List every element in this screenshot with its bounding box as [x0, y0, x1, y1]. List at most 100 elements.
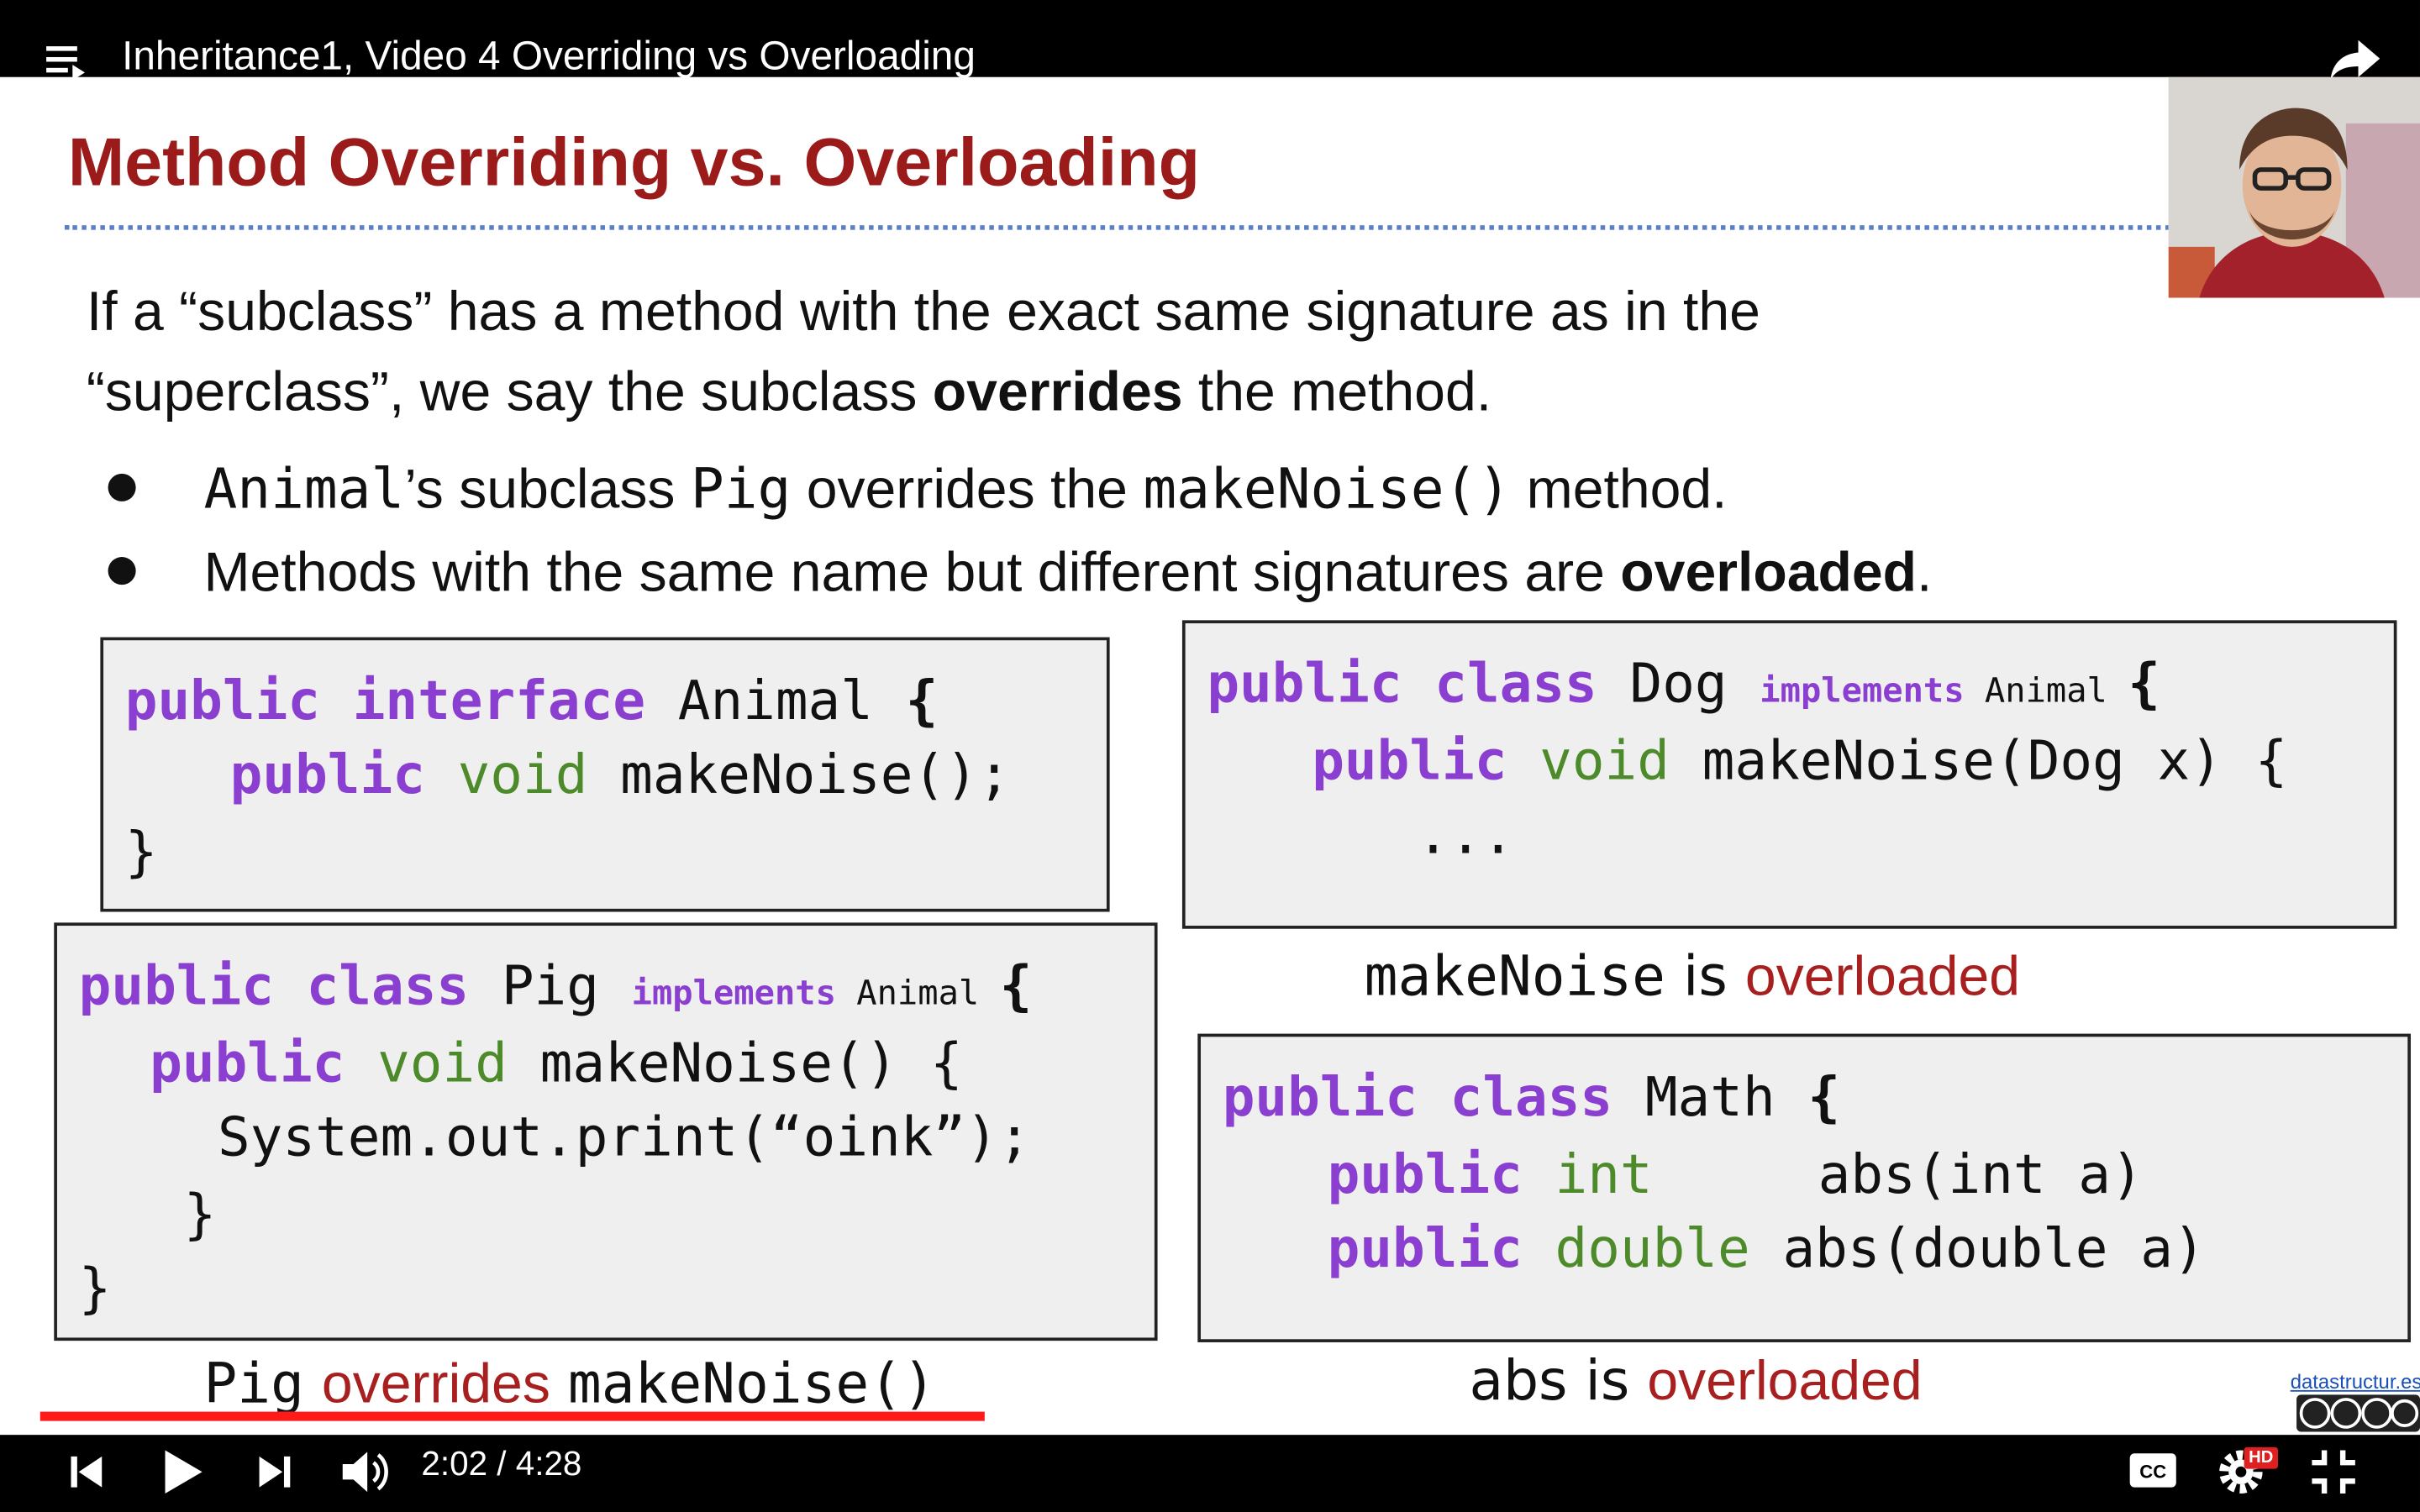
svg-text:CC: CC: [2139, 1462, 2166, 1483]
code-text: makeNoise() {: [507, 1033, 963, 1096]
slide: Method Overriding vs. Overloading If a “…: [0, 76, 2420, 1436]
overloaded-emphasis: overloaded: [1620, 539, 1918, 604]
code-text: Animal: [645, 670, 906, 733]
code-type: double: [1522, 1219, 1750, 1281]
cc-license-badge: [2296, 1394, 2420, 1432]
captions-icon[interactable]: CC: [2127, 1447, 2179, 1494]
code-line: public void makeNoise() {: [150, 1034, 963, 1095]
math-caption: abs is overloaded: [1470, 1348, 1923, 1413]
intro-line-1: If a “subclass” has a method with the ex…: [86, 279, 1760, 343]
title-divider: [65, 225, 2170, 230]
code-keyword: public class: [1222, 1068, 1613, 1130]
code-type: int: [1522, 1144, 1653, 1207]
exit-fullscreen-icon[interactable]: [2309, 1447, 2359, 1497]
bullet-dot: [108, 557, 136, 586]
code-line: System.out.print(“oink”);: [217, 1107, 1031, 1170]
code-box-pig: public class Pig implements Animal { pub…: [54, 922, 1158, 1341]
code-box-math: public class Math { public int abs(int a)…: [1197, 1033, 2411, 1342]
bullet-override: Animal’s subclass Pig overrides the make…: [108, 457, 1728, 522]
code-type: void: [345, 1033, 508, 1096]
bullet-text: ’s subclass: [404, 456, 691, 520]
bullet-code-pig: Pig: [690, 458, 792, 522]
caption-highlight: overrides: [321, 1351, 550, 1415]
code-box-animal: public interface Animal { public void ma…: [100, 637, 1110, 912]
code-line: }: [183, 1184, 217, 1247]
code-line: public double abs(double a): [1328, 1219, 2206, 1280]
code-text: abs(int a): [1818, 1144, 2144, 1207]
code-keyword: public class: [78, 956, 470, 1019]
code-brace: {: [999, 956, 1033, 1019]
code-line: ...: [1417, 805, 1515, 868]
bullet-overload: Methods with the same name but different…: [108, 540, 1933, 605]
caption-highlight: overloaded: [1744, 944, 2021, 1008]
code-keyword: public: [1312, 731, 1507, 794]
site-link[interactable]: datastructur.es: [2291, 1370, 2420, 1394]
intro-paragraph: If a “subclass” has a method with the ex…: [87, 271, 1760, 432]
code-line: public class Pig implements Animal {: [79, 957, 1033, 1018]
code-keyword: public: [150, 1033, 345, 1096]
code-line: public int abs(int a): [1327, 1144, 2144, 1207]
code-text-small: Animal: [1964, 672, 2128, 711]
code-text: makeNoise(Dog x) {: [1669, 731, 2288, 794]
code-line: }: [78, 1258, 112, 1321]
bullet-text: method.: [1511, 456, 1728, 520]
caption-code: makeNoise: [1364, 945, 1665, 1010]
code-line: public interface Animal {: [125, 671, 939, 732]
progress-bar[interactable]: [39, 1411, 2027, 1421]
code-text: Dog: [1597, 654, 1760, 717]
bullet-text: Methods with the same name but different…: [203, 539, 1621, 604]
bullet-text: overrides the: [791, 456, 1144, 520]
caption-highlight: overloaded: [1647, 1348, 1923, 1412]
video-player[interactable]: Inheritance1, Video 4 Overriding vs Over…: [0, 0, 2420, 1512]
code-type: void: [1507, 731, 1670, 794]
code-keyword: public class: [1207, 654, 1597, 717]
code-brace: {: [905, 670, 939, 733]
code-brace: {: [2128, 654, 2160, 717]
code-keyword: public: [1327, 1219, 1523, 1281]
slide-title: Method Overriding vs. Overloading: [67, 124, 1201, 201]
time-display: 2:02 / 4:28: [421, 1444, 582, 1483]
code-keyword-small: implements: [1760, 672, 1965, 711]
code-keyword-small: implements: [631, 974, 836, 1014]
code-text: Pig: [469, 956, 632, 1019]
previous-icon[interactable]: [65, 1449, 108, 1495]
bullet-code-animal: Animal: [203, 458, 405, 522]
caption-text: abs is: [1469, 1350, 1648, 1414]
intro-text-end: the method.: [1182, 359, 1492, 423]
code-brace: {: [1807, 1068, 1841, 1130]
code-box-dog: public class Dog implements Animal { pub…: [1181, 620, 2397, 929]
volume-icon[interactable]: [338, 1446, 393, 1498]
caption-code: Pig: [203, 1352, 304, 1417]
play-icon[interactable]: [157, 1446, 207, 1498]
code-text-small: Animal: [835, 974, 1000, 1014]
presenter-webcam: [2168, 76, 2420, 298]
code-keyword: public: [1327, 1144, 1523, 1207]
code-text: abs(double a): [1749, 1219, 2206, 1281]
player-controls: 2:02 / 4:28 CC HD: [0, 1435, 2420, 1512]
caption-code: makeNoise(): [567, 1352, 936, 1417]
player-top-bar: Inheritance1, Video 4 Overriding vs Over…: [0, 0, 2420, 81]
caption-text: is: [1665, 945, 1745, 1010]
bullet-code-makenoise: makeNoise(): [1143, 458, 1512, 522]
code-line: public void makeNoise();: [230, 745, 1011, 806]
code-line: public class Math {: [1223, 1068, 1840, 1129]
code-keyword: public: [229, 745, 425, 807]
dog-caption: makeNoise is overloaded: [1365, 944, 2020, 1009]
code-type: void: [424, 745, 588, 807]
overrides-emphasis: overrides: [932, 359, 1183, 423]
progress-played: [39, 1411, 985, 1421]
bullet-dot: [108, 474, 136, 502]
next-icon[interactable]: [253, 1449, 296, 1495]
hd-badge: HD: [2244, 1446, 2278, 1469]
video-title[interactable]: Inheritance1, Video 4 Overriding vs Over…: [122, 33, 976, 81]
intro-line-2: “superclass”, we say the subclass overri…: [87, 352, 1760, 433]
code-text: Math: [1612, 1068, 1808, 1130]
intro-text: “superclass”, we say the subclass: [86, 359, 933, 423]
code-line: public void makeNoise(Dog x) {: [1312, 732, 2287, 793]
code-text: makeNoise();: [587, 745, 1011, 807]
playlist-icon[interactable]: [43, 40, 86, 81]
bullet-text: .: [1917, 539, 1933, 604]
code-line: }: [124, 822, 158, 885]
pig-caption: Pig overrides makeNoise(): [203, 1352, 935, 1416]
code-line: public class Dog implements Animal {: [1207, 654, 2160, 716]
